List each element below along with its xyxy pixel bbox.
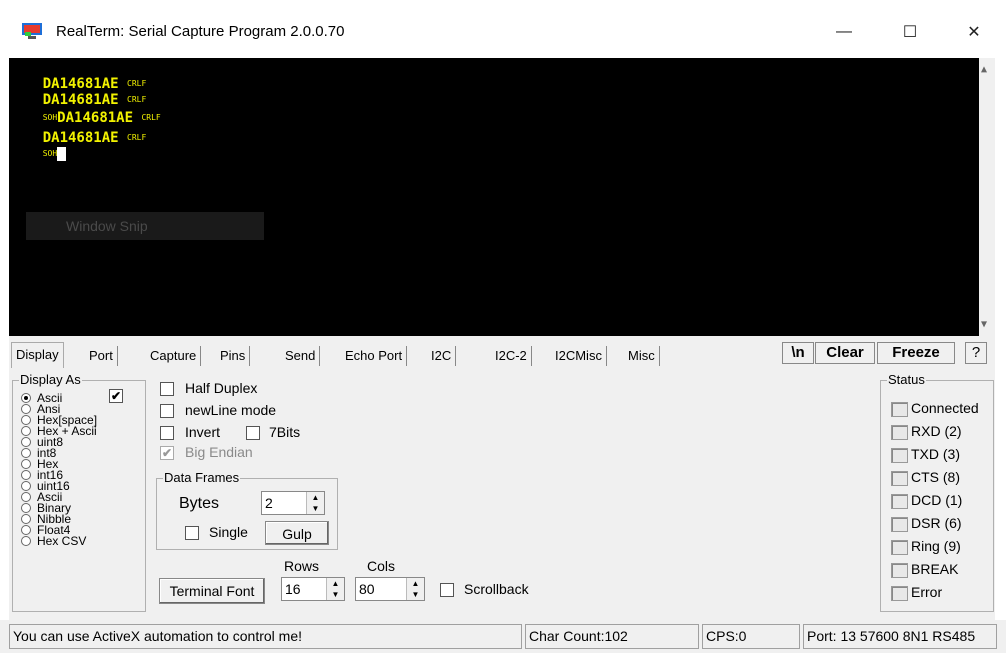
control-panel: Display Port Capture Pins Send Echo Port… (9, 336, 995, 620)
tab-display[interactable]: Display (11, 342, 64, 368)
terminal-scrollbar[interactable]: ▲ ▼ (979, 58, 995, 336)
spinner-arrows-icon[interactable]: ▲ ▼ (306, 492, 324, 514)
status-led-icon (891, 585, 908, 601)
tab-bar: Display Port Capture Pins Send Echo Port… (9, 336, 995, 368)
scrollback-checkbox[interactable] (440, 583, 454, 597)
statusbar-cps: CPS:0 (702, 624, 800, 649)
terminal-line: DA14681AE CRLF (42, 76, 147, 92)
scroll-down-icon[interactable]: ▼ (981, 319, 987, 330)
status-connected: Connected (891, 399, 979, 417)
tab-send[interactable]: Send (281, 346, 321, 366)
status-dsr: DSR (6) (891, 514, 962, 532)
status-ring: Ring (9) (891, 537, 961, 555)
bytes-spinner[interactable]: 2 ▲ ▼ (261, 491, 325, 515)
seven-bits-checkbox[interactable] (246, 426, 260, 440)
statusbar-port: Port: 13 57600 8N1 RS485 (803, 624, 997, 649)
status-break: BREAK (891, 560, 958, 578)
status-led-icon (891, 424, 908, 440)
tab-i2c[interactable]: I2C (427, 346, 457, 366)
status-cts: CTS (8) (891, 468, 960, 486)
status-led-icon (891, 401, 908, 417)
data-frames-group: Data Frames Bytes 2 ▲ ▼ Single Gulp (156, 470, 338, 550)
big-endian-checkbox: ✔ (160, 446, 174, 460)
bytes-label: Bytes (179, 495, 220, 512)
terminal-line: DA14681AE CRLF (42, 92, 147, 108)
status-error: Error (891, 583, 942, 601)
minimize-button[interactable]: — (822, 14, 866, 50)
scroll-up-icon[interactable]: ▲ (981, 64, 987, 75)
status-bar: You can use ActiveX automation to contro… (0, 620, 1006, 653)
terminal-line: SOHDA14681AE CRLF (42, 110, 161, 126)
status-led-icon (891, 493, 908, 509)
freeze-button[interactable]: Freeze (877, 342, 955, 364)
display-as-group: Display As ✔ Ascii Ansi Hex[space] Hex +… (12, 372, 146, 612)
half-duplex-label: Half Duplex (185, 380, 258, 396)
tab-capture[interactable]: Capture (146, 346, 202, 366)
status-rxd: RXD (2) (891, 422, 962, 440)
half-duplex-checkbox[interactable] (160, 382, 174, 396)
status-led-icon (891, 562, 908, 578)
status-group: Status Connected RXD (2) TXD (3) CTS (8)… (880, 372, 994, 612)
soh-marker: SOH (42, 149, 58, 158)
maximize-button[interactable]: ☐ (888, 14, 932, 50)
cols-label: Cols (367, 558, 396, 574)
invert-label: Invert (185, 424, 221, 440)
terminal-line: DA14681AE CRLF (42, 130, 147, 146)
data-frames-label: Data Frames (163, 470, 241, 485)
single-checkbox[interactable] (185, 526, 199, 540)
status-dcd: DCD (1) (891, 491, 962, 509)
text-cursor (57, 147, 67, 161)
window-title: RealTerm: Serial Capture Program 2.0.0.7… (56, 23, 345, 40)
gulp-button[interactable]: Gulp (265, 521, 329, 545)
status-led-icon (891, 516, 908, 532)
seven-bits-label: 7Bits (269, 424, 301, 440)
invert-checkbox[interactable] (160, 426, 174, 440)
display-as-checkbox[interactable]: ✔ (109, 389, 123, 403)
statusbar-message: You can use ActiveX automation to contro… (9, 624, 522, 649)
status-led-icon (891, 470, 908, 486)
terminal-font-button[interactable]: Terminal Font (159, 578, 265, 604)
status-led-icon (891, 539, 908, 555)
terminal-line: SOH (9, 130, 67, 161)
tab-port[interactable]: Port (85, 346, 118, 366)
big-endian-label: Big Endian (185, 444, 253, 460)
realterm-app-icon (22, 23, 42, 39)
statusbar-char-count: Char Count:102 (525, 624, 699, 649)
rows-spinner[interactable]: 16 ▲ ▼ (281, 577, 345, 601)
tab-misc[interactable]: Misc (624, 346, 660, 366)
newline-button[interactable]: \n (782, 342, 814, 364)
newline-mode-checkbox[interactable] (160, 404, 174, 418)
crlf-marker: CRLF (127, 133, 147, 142)
tab-echo-port[interactable]: Echo Port (341, 346, 408, 366)
radio-hex-csv[interactable]: Hex CSV (21, 535, 86, 547)
spinner-arrows-icon[interactable]: ▲ ▼ (406, 578, 424, 600)
help-button[interactable]: ? (965, 342, 987, 364)
clear-button[interactable]: Clear (815, 342, 875, 364)
tab-i2c-2[interactable]: I2C-2 (491, 346, 532, 366)
close-button[interactable]: ✕ (952, 14, 996, 50)
cols-spinner[interactable]: 80 ▲ ▼ (355, 577, 425, 601)
display-as-label: Display As (19, 372, 82, 387)
scrollback-label: Scrollback (464, 581, 529, 597)
spinner-arrows-icon[interactable]: ▲ ▼ (326, 578, 344, 600)
tab-i2cmisc[interactable]: I2CMisc (551, 346, 607, 366)
window-snip-overlay: Window Snip (26, 212, 264, 240)
newline-mode-label: newLine mode (185, 402, 277, 418)
status-label: Status (887, 372, 926, 387)
tab-pins[interactable]: Pins (216, 346, 251, 366)
title-bar: RealTerm: Serial Capture Program 2.0.0.7… (0, 0, 1006, 58)
rows-label: Rows (284, 558, 320, 574)
status-led-icon (891, 447, 908, 463)
status-txd: TXD (3) (891, 445, 960, 463)
single-label: Single (209, 524, 248, 540)
terminal-output[interactable]: DA14681AE CRLF DA14681AE CRLF SOHDA14681… (9, 58, 995, 336)
